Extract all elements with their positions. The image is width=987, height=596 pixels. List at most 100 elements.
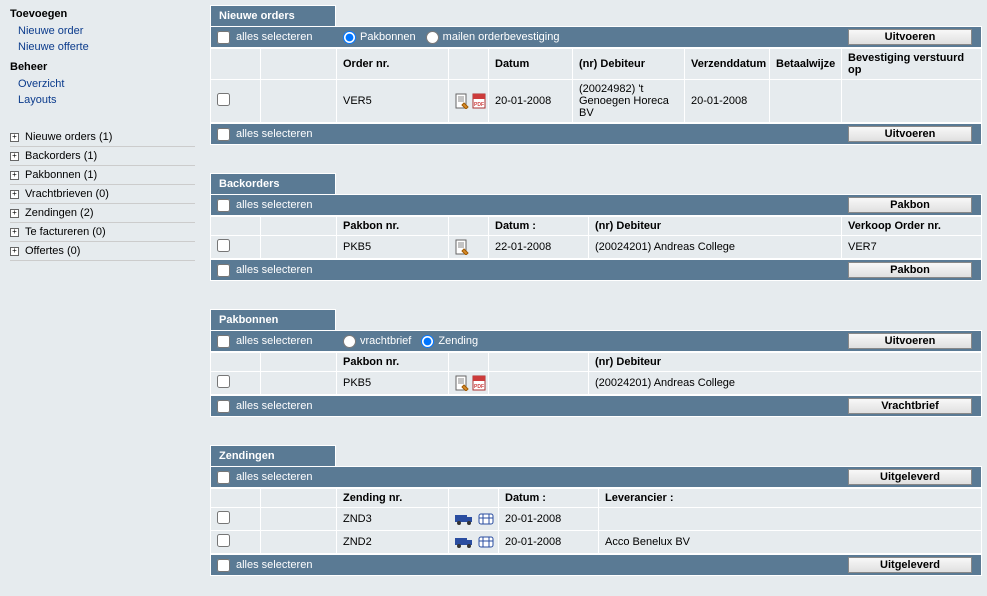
cell-debiteur: (20024982) 't Genoegen Horeca BV: [573, 80, 685, 123]
cell-verkoop: VER7: [842, 236, 982, 259]
pakbonnen-table: Pakbon nr. (nr) Debiteur PKB5 PDF (20024…: [210, 352, 982, 395]
sidebar-item-pakbonnen[interactable]: +Pakbonnen (1): [10, 166, 195, 185]
uitvoeren-button[interactable]: Uitvoeren: [848, 333, 972, 349]
plus-icon: +: [10, 133, 19, 142]
radio-zending[interactable]: Zending: [421, 335, 478, 348]
cell-zendingnr: ZND3: [337, 508, 449, 531]
select-all-checkbox[interactable]: [217, 400, 230, 413]
pakbon-button[interactable]: Pakbon: [848, 262, 972, 278]
document-icon[interactable]: [455, 93, 469, 109]
package-icon[interactable]: [478, 512, 494, 526]
truck-icon[interactable]: [455, 535, 475, 549]
uitvoeren-button[interactable]: Uitvoeren: [848, 29, 972, 45]
sidebar-heading-manage: Beheer: [10, 61, 195, 73]
sidebar-item-zendingen[interactable]: + Zendingen (2): [10, 204, 195, 223]
th-verzend: Verzenddatum: [685, 49, 770, 80]
panel-title: Pakbonnen: [210, 309, 336, 330]
sidebar-item-vrachtbrieven[interactable]: +Vrachtbrieven (0): [10, 185, 195, 204]
select-all-label: alles selecteren: [236, 128, 312, 140]
select-all-label: alles selecteren: [236, 264, 312, 276]
table-row: PKB5 PDF (20024201) Andreas College: [211, 372, 982, 395]
cell-debiteur: (20024201) Andreas College: [589, 236, 842, 259]
select-all-checkbox[interactable]: [217, 559, 230, 572]
pdf-icon[interactable]: PDF: [472, 93, 486, 109]
pakbon-button[interactable]: Pakbon: [848, 197, 972, 213]
uitgeleverd-button[interactable]: Uitgeleverd: [848, 557, 972, 573]
select-all-checkbox[interactable]: [217, 31, 230, 44]
th-datum: Datum: [489, 49, 573, 80]
th-debiteur: (nr) Debiteur: [573, 49, 685, 80]
uitvoeren-button[interactable]: Uitvoeren: [848, 126, 972, 142]
sidebar-item-label: Zendingen (2): [25, 207, 94, 219]
cell-ordernr: VER5: [337, 80, 449, 123]
row-checkbox[interactable]: [217, 239, 230, 252]
sidebar-link-overview[interactable]: Overzicht: [10, 76, 195, 92]
vrachtbrief-button[interactable]: Vrachtbrief: [848, 398, 972, 414]
radio-input[interactable]: [343, 335, 356, 348]
panel-pakbonnen: Pakbonnen alles selecteren vrachtbrief Z…: [210, 309, 982, 417]
svg-text:PDF: PDF: [474, 384, 484, 390]
document-icon[interactable]: [455, 239, 469, 255]
radio-input[interactable]: [421, 335, 434, 348]
panel-top-bar: alles selecteren Uitgeleverd: [210, 466, 982, 488]
th-leverancier: Leverancier :: [599, 489, 982, 508]
uitgeleverd-button[interactable]: Uitgeleverd: [848, 469, 972, 485]
sidebar-link-new-order[interactable]: Nieuwe order: [10, 23, 195, 39]
package-icon[interactable]: [478, 535, 494, 549]
sidebar-item-nieuwe-orders[interactable]: + Nieuwe orders (1): [10, 128, 195, 147]
select-all-checkbox[interactable]: [217, 335, 230, 348]
radio-vrachtbrief[interactable]: vrachtbrief: [343, 335, 411, 348]
row-checkbox[interactable]: [217, 534, 230, 547]
radio-mailorder[interactable]: mailen orderbevestiging: [426, 31, 560, 44]
panel-zendingen: Zendingen alles selecteren Uitgeleverd Z…: [210, 445, 982, 576]
select-all-checkbox[interactable]: [217, 128, 230, 141]
cell-datum: 20-01-2008: [489, 80, 573, 123]
th-debiteur: (nr) Debiteur: [589, 353, 982, 372]
sidebar: Toevoegen Nieuwe order Nieuwe offerte Be…: [0, 0, 205, 596]
sidebar-item-label: Nieuwe orders (1): [25, 131, 112, 143]
zendingen-table: Zending nr. Datum : Leverancier : ZND3 2…: [210, 488, 982, 554]
sidebar-item-label: Offertes (0): [25, 245, 80, 257]
sidebar-counts: + Nieuwe orders (1) +Backorders (1) +Pakb…: [10, 128, 195, 261]
sidebar-item-label: Te factureren (0): [25, 226, 106, 238]
sidebar-link-layouts[interactable]: Layouts: [10, 92, 195, 108]
cell-leverancier: Acco Benelux BV: [599, 531, 982, 554]
radio-input[interactable]: [343, 31, 356, 44]
select-all-label: alles selecteren: [236, 400, 312, 412]
select-all-label: alles selecteren: [236, 31, 312, 43]
select-all-checkbox[interactable]: [217, 264, 230, 277]
th-bevest: Bevestiging verstuurd op: [842, 49, 982, 80]
truck-icon[interactable]: [455, 512, 475, 526]
select-all-label: alles selecteren: [236, 199, 312, 211]
th-ordernr: Order nr.: [337, 49, 449, 80]
sidebar-link-new-quote[interactable]: Nieuwe offerte: [10, 39, 195, 55]
cell-datum: 20-01-2008: [499, 508, 599, 531]
select-all-checkbox[interactable]: [217, 471, 230, 484]
svg-text:PDF: PDF: [474, 102, 484, 108]
panel-top-bar: alles selecteren vrachtbrief Zending Uit…: [210, 330, 982, 352]
panel-bottom-bar: alles selecteren Vrachtbrief: [210, 395, 982, 417]
backorders-table: Pakbon nr. Datum : (nr) Debiteur Verkoop…: [210, 216, 982, 259]
panel-title: Backorders: [210, 173, 336, 194]
pdf-icon[interactable]: PDF: [472, 375, 486, 391]
cell-debiteur: (20024201) Andreas College: [589, 372, 982, 395]
plus-icon: +: [10, 247, 19, 256]
cell-pakbonnr: PKB5: [337, 372, 449, 395]
sidebar-item-te-factureren[interactable]: +Te factureren (0): [10, 223, 195, 242]
select-all-label: alles selecteren: [236, 559, 312, 571]
radio-input[interactable]: [426, 31, 439, 44]
row-checkbox[interactable]: [217, 93, 230, 106]
sidebar-item-offertes[interactable]: + Offertes (0): [10, 242, 195, 261]
select-all-checkbox[interactable]: [217, 199, 230, 212]
select-all-label: alles selecteren: [236, 335, 312, 347]
th-debiteur: (nr) Debiteur: [589, 217, 842, 236]
th-zendingnr: Zending nr.: [337, 489, 449, 508]
table-row: VER5 PDF 20-01-2008 (20024982) 't Genoeg…: [211, 80, 982, 123]
row-checkbox[interactable]: [217, 511, 230, 524]
document-icon[interactable]: [455, 375, 469, 391]
row-checkbox[interactable]: [217, 375, 230, 388]
cell-pakbonnr: PKB5: [337, 236, 449, 259]
sidebar-item-backorders[interactable]: +Backorders (1): [10, 147, 195, 166]
plus-icon: +: [10, 209, 19, 218]
radio-pakbonnen[interactable]: Pakbonnen: [343, 31, 416, 44]
